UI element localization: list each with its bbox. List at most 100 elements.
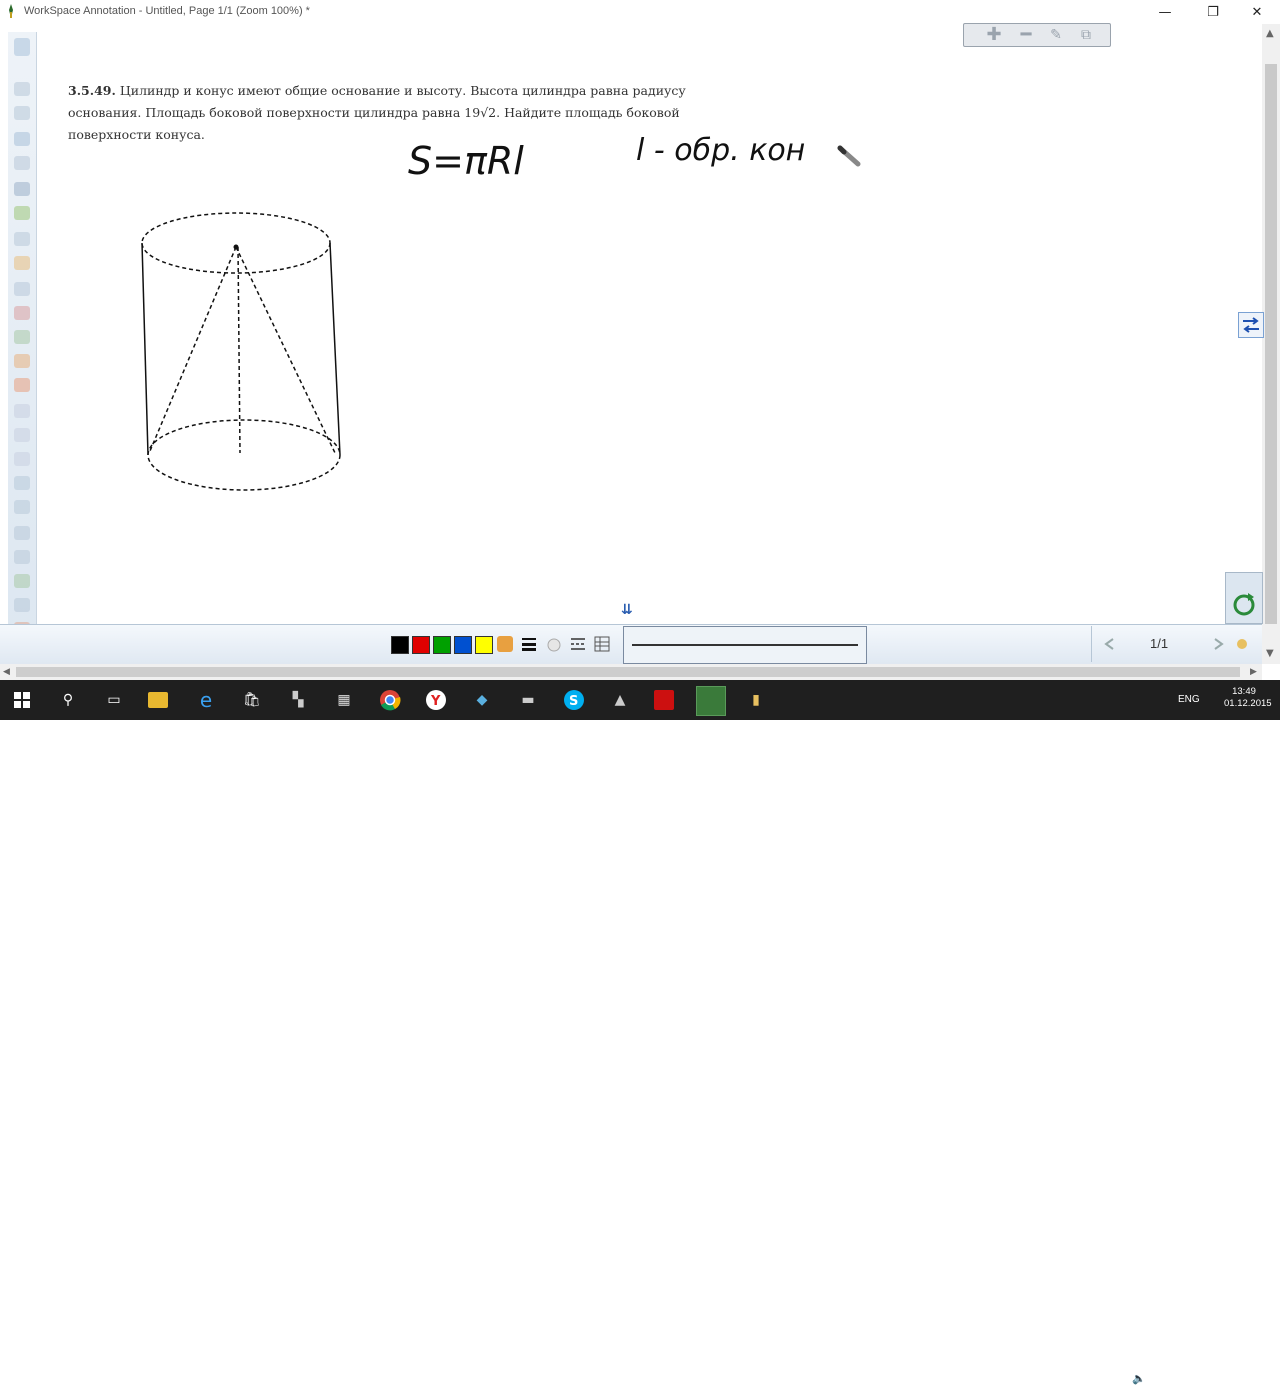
close-button[interactable]: ✕ — [1234, 0, 1280, 24]
problem-number: 3.5.49. — [68, 83, 116, 98]
workspace-icon[interactable] — [696, 686, 726, 716]
volume-icon[interactable]: 🔈 — [1132, 1372, 1146, 1386]
toolbar-pointer-icon[interactable] — [14, 182, 30, 196]
line-style-icon[interactable] — [570, 636, 586, 652]
refresh-button[interactable] — [1225, 572, 1263, 624]
tray-app-icon[interactable]: ✎ — [1110, 1372, 1124, 1386]
svg-text:S: S — [569, 694, 578, 709]
zoom-toolbar: ✚ ━ ✎ ⧉ — [963, 23, 1111, 47]
bottom-base-ellipse — [147, 419, 341, 491]
toolbar-tool-icon[interactable] — [14, 500, 30, 514]
scroll-right-icon[interactable]: ▶ — [1250, 666, 1257, 677]
maximize-button[interactable]: ❐ — [1190, 0, 1236, 24]
color-red-swatch[interactable] — [412, 636, 430, 654]
minimize-button[interactable]: — — [1142, 0, 1188, 24]
swap-arrows-icon — [1243, 317, 1259, 333]
page-settings-icon[interactable] — [1234, 636, 1250, 652]
clock-time: 13:49 — [1232, 686, 1256, 697]
cone-height — [237, 246, 241, 454]
toolbar-tool-icon[interactable] — [14, 452, 30, 466]
app-icon[interactable]: ▚ — [286, 688, 310, 712]
cylinder-cone-drawing — [141, 212, 341, 491]
toolbar-tool-icon[interactable] — [14, 476, 30, 490]
collapse-toolbar-icon[interactable]: ⇊ — [621, 602, 645, 622]
search-icon[interactable]: ⚲ — [56, 688, 80, 712]
color-green-swatch[interactable] — [433, 636, 451, 654]
notification-icon[interactable]: ▣ — [1154, 1372, 1168, 1386]
start-icon[interactable] — [10, 688, 34, 712]
toolbar-tool-icon[interactable] — [14, 330, 30, 344]
app-icon[interactable]: ◆ — [470, 688, 494, 712]
color-picker-icon[interactable] — [497, 636, 513, 652]
toolbar-page-icon[interactable] — [14, 428, 30, 442]
handwritten-formula: S=πRl — [408, 139, 524, 183]
cylinder-right-edge — [329, 242, 341, 456]
edit-icon[interactable]: ✎ — [1044, 26, 1068, 44]
toolbar-tool-icon[interactable] — [14, 550, 30, 564]
line-preview[interactable] — [623, 626, 867, 664]
next-page-icon[interactable] — [1210, 636, 1226, 652]
taskbar: ⚲ ▭ e 🛍 ▚ ▦ Y ◆ ▬ S ▲ ▮ ︿ ▭ ✎ 🔈 ▣ — [0, 680, 1280, 1387]
toolbar-tool-icon[interactable] — [14, 306, 30, 320]
calculator-icon[interactable]: ▦ — [332, 688, 356, 712]
tray-network-icon[interactable]: ▭ — [1086, 1372, 1100, 1386]
skype-icon[interactable]: S — [562, 688, 586, 712]
toolbar-tool-icon[interactable] — [14, 156, 30, 170]
toolbar-highlighter-icon[interactable] — [14, 256, 30, 270]
app-icon[interactable]: ▬ — [516, 688, 540, 712]
transparency-icon[interactable] — [546, 636, 562, 652]
toolbar-tool-icon[interactable] — [14, 82, 30, 96]
acrobat-icon[interactable] — [654, 690, 674, 710]
app-icon[interactable]: ▲ — [608, 688, 632, 712]
handwritten-note: l - обр. кон — [636, 133, 805, 168]
scroll-down-icon[interactable]: ▼ — [1266, 648, 1274, 659]
toolbar-tool-icon[interactable] — [14, 598, 30, 612]
top-base-ellipse — [141, 212, 331, 274]
line-end-icon[interactable] — [594, 636, 610, 652]
app-icon[interactable]: ▮ — [744, 688, 768, 712]
horizontal-scroll-thumb[interactable] — [16, 667, 1240, 677]
tray-chevron-icon[interactable]: ︿ — [1064, 1372, 1078, 1387]
clock[interactable]: 13:49 01.12.2015 — [1224, 686, 1272, 710]
yandex-browser-icon[interactable]: Y — [424, 688, 448, 712]
language-indicator[interactable]: ENG — [1178, 694, 1200, 705]
scroll-left-icon[interactable]: ◀ — [3, 666, 10, 677]
zoom-in-icon[interactable]: ✚ — [982, 26, 1006, 44]
toolbar-page-icon[interactable] — [14, 404, 30, 418]
vertical-scroll-thumb[interactable] — [1265, 64, 1277, 624]
toolbar-tool-icon[interactable] — [14, 232, 30, 246]
toolbar-tool-icon[interactable] — [14, 574, 30, 588]
color-black-swatch[interactable] — [391, 636, 409, 654]
page-navigator — [1091, 626, 1262, 662]
vertical-scrollbar[interactable]: ▲ ▼ — [1262, 24, 1280, 664]
toolbar-eraser-icon[interactable] — [14, 378, 30, 392]
zoom-out-icon[interactable]: ━ — [1014, 26, 1038, 44]
task-view-icon[interactable]: ▭ — [102, 688, 126, 712]
pen-cursor-icon — [837, 145, 861, 167]
toolbar-pen-icon[interactable] — [14, 206, 30, 220]
line-preview-stroke — [632, 644, 858, 646]
toolbar-logo-icon[interactable] — [14, 38, 30, 56]
side-panel-toggle[interactable] — [1238, 312, 1264, 338]
cone-apex — [233, 244, 239, 250]
page-indicator: 1/1 — [1150, 636, 1169, 651]
toolbar-tool-icon[interactable] — [14, 132, 30, 146]
scroll-up-icon[interactable]: ▲ — [1266, 28, 1274, 39]
horizontal-scrollbar[interactable]: ◀ ▶ — [0, 664, 1262, 680]
chrome-icon[interactable] — [378, 688, 402, 712]
previous-page-icon[interactable] — [1102, 636, 1118, 652]
file-explorer-icon[interactable] — [148, 692, 168, 708]
clock-date: 01.12.2015 — [1224, 698, 1272, 709]
toolbar-tool-icon[interactable] — [14, 106, 30, 120]
color-blue-swatch[interactable] — [454, 636, 472, 654]
app-logo-icon — [9, 4, 13, 18]
line-width-icon[interactable] — [521, 636, 537, 652]
color-yellow-swatch[interactable] — [475, 636, 493, 654]
store-icon[interactable]: 🛍 — [240, 688, 264, 712]
window-title: WorkSpace Annotation - Untitled, Page 1/… — [24, 5, 310, 17]
fit-page-icon[interactable]: ⧉ — [1074, 26, 1098, 44]
toolbar-tool-icon[interactable] — [14, 282, 30, 296]
edge-icon[interactable]: e — [194, 688, 218, 712]
toolbar-tool-icon[interactable] — [14, 354, 30, 368]
toolbar-tool-icon[interactable] — [14, 526, 30, 540]
